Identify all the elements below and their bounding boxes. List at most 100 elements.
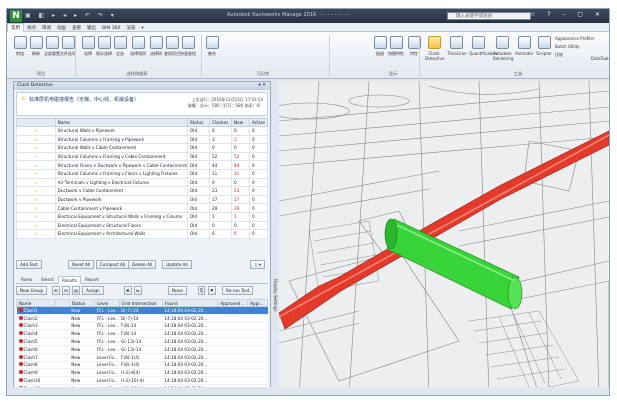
- test-row[interactable]: ⚠ Electrical Equipment v Architectural Wa…: [16, 229, 268, 239]
- 3d-viewport[interactable]: [279, 81, 609, 395]
- test-row[interactable]: ⚠ Structural Walls v Cable Containment Old…: [16, 143, 268, 153]
- export-icon[interactable]: ⇩ ▾: [250, 260, 265, 269]
- ribbon-button[interactable]: Animator: [515, 36, 533, 56]
- column-header[interactable]: Name: [54, 118, 189, 127]
- ribbon-button[interactable]: 集合: [203, 36, 221, 57]
- result-row[interactable]: Clash4 New FFL - Lev... F(8)-14 14:18:04 03-…: [16, 329, 268, 339]
- rerun-test-button[interactable]: Re-run Test: [222, 286, 254, 295]
- search-input[interactable]: 键入关键字或短语: [447, 12, 531, 20]
- test-row[interactable]: ⚠ Air Terminals v Lighting v Electrical F…: [16, 177, 268, 188]
- update-all-button[interactable]: Update All: [162, 260, 192, 269]
- clash-status-dot-icon: [18, 323, 23, 328]
- result-row[interactable]: Clash10 New Level Fo... (I-3)-10(-4) 14:18:0…: [16, 376, 268, 385]
- column-header[interactable]: Clashes: [209, 118, 232, 127]
- result-row[interactable]: Clash7 New Level Fo... F(8)-1(4) 14:18:04 03…: [16, 353, 268, 362]
- result-status-cell[interactable]: New: [69, 329, 95, 339]
- tab-results[interactable]: Results: [58, 276, 82, 284]
- assign-button[interactable]: Assign: [82, 286, 104, 295]
- test-row[interactable]: ⚠ Electrical Equipment v Structural Walls…: [16, 211, 268, 222]
- app-logo[interactable]: N: [10, 10, 22, 22]
- tab-select[interactable]: Select: [38, 276, 57, 284]
- ribbon-small-button[interactable]: Batch Utility: [555, 44, 580, 49]
- test-row[interactable]: ⚠ Structural Columns v Framing v Floors v…: [16, 168, 268, 179]
- ribbon-button[interactable]: 特性: [405, 36, 423, 57]
- new-group-button[interactable]: New Group: [16, 286, 48, 295]
- none-dropdown[interactable]: None: [168, 286, 187, 295]
- result-status-cell[interactable]: New: [69, 306, 95, 315]
- result-row[interactable]: Clash2 New FFL - Lev... D(-7)-14 14:18:04 03…: [16, 314, 268, 323]
- result-tool-icon[interactable]: ⚑: [208, 286, 216, 295]
- ribbon-small-button[interactable]: DataTools: [591, 56, 609, 61]
- test-cell: Structural Floors v Ductwork v Pipework …: [54, 160, 189, 170]
- tool-icon: [471, 36, 485, 49]
- ribbon-button[interactable]: Scripter: [535, 36, 553, 56]
- result-status-cell[interactable]: New: [69, 337, 95, 346]
- result-tool-icon[interactable]: ⊞: [52, 286, 60, 295]
- result-column-header[interactable]: Level: [94, 299, 120, 307]
- result-status-cell[interactable]: New: [69, 345, 95, 354]
- ribbon-button[interactable]: 快速查找: [179, 36, 197, 57]
- result-column-header[interactable]: Approved...: [217, 299, 249, 307]
- ribbon-small-button[interactable]: 比较: [555, 52, 563, 58]
- result-tool-icon[interactable]: ⎘: [198, 286, 206, 295]
- result-tool-icon[interactable]: ⇆: [134, 286, 142, 295]
- warning-icon: ⚠: [16, 143, 56, 153]
- display-settings-tab[interactable]: Display Settings: [273, 279, 278, 325]
- result-column-header[interactable]: Name: [15, 299, 57, 307]
- column-header[interactable]: Status: [187, 118, 210, 127]
- quick-access-toolbar[interactable]: ▣ ◧ ▸ ◂ ▸ ↶ ↷ ▾: [25, 12, 117, 19]
- result-column-header[interactable]: Status: [68, 299, 96, 307]
- result-column-header[interactable]: [55, 299, 70, 307]
- ribbon-button[interactable]: 选择相同: [129, 36, 147, 57]
- test-row[interactable]: ⚠ Ductwork v Cable Containment Old 23 23 0: [16, 186, 268, 196]
- result-status-cell[interactable]: New: [69, 361, 95, 370]
- ribbon-button[interactable]: 快捷特性: [387, 36, 405, 57]
- result-row[interactable]: Clash5 New FFL - Lev... G(-13)-14 14:18:04 0…: [16, 337, 268, 346]
- result-status-cell[interactable]: New: [69, 353, 95, 362]
- tab-rules[interactable]: Rules: [18, 276, 35, 284]
- result-row[interactable]: Clash3 New FFL - Lev... F(8)-14 14:18:04 03-…: [16, 322, 268, 331]
- test-row[interactable]: ⚠ Cable Containment v Pipework Old 29 29 0: [16, 203, 268, 213]
- result-tool-icon[interactable]: ✖: [124, 286, 132, 295]
- tab-report[interactable]: Report: [82, 276, 102, 284]
- reset-all-button[interactable]: Reset All: [68, 260, 95, 269]
- warning-icon: ⚠: [16, 126, 56, 136]
- test-row[interactable]: ⚠ Structural Walls v Pipework Old 0 0 0: [16, 126, 268, 136]
- ribbon-button[interactable]: TimeLiner: [447, 36, 467, 56]
- compact-all-button[interactable]: Compact All: [96, 260, 130, 269]
- result-column-header[interactable]: Found: [161, 299, 219, 307]
- delete-all-button[interactable]: Delete All: [128, 260, 157, 269]
- column-header[interactable]: Active: [249, 118, 268, 127]
- panel-pin-close-icon[interactable]: ▾ ✕: [259, 82, 266, 90]
- test-row[interactable]: ⚠ Structural Floors v Ductwork v Pipework…: [16, 160, 268, 170]
- ribbon-button[interactable]: Quantification: [469, 36, 497, 56]
- result-empty-cell: [55, 376, 70, 385]
- result-status-cell[interactable]: New: [69, 376, 95, 385]
- result-row[interactable]: Clash9 New Level Fo... (I-3)-8(4) 14:18:04 0…: [16, 368, 268, 378]
- result-column-header[interactable]: Appr...: [247, 299, 268, 307]
- window-controls[interactable]: ☆ ? – ▢ ✕: [530, 11, 605, 18]
- result-column-header[interactable]: Grid Intersection: [118, 299, 163, 307]
- test-row[interactable]: ⚠ Electrical Equipment v Structural Floor…: [16, 220, 268, 231]
- ribbon-button[interactable]: 全选: [111, 36, 129, 57]
- test-cell: Structural Walls v Pipework: [54, 126, 189, 136]
- result-status-cell[interactable]: New: [69, 322, 95, 331]
- result-status-cell[interactable]: New: [69, 314, 95, 323]
- add-test-button[interactable]: Add Test: [16, 260, 42, 269]
- result-status-cell[interactable]: New: [69, 368, 95, 378]
- column-header[interactable]: New: [231, 118, 250, 127]
- result-tool-icon[interactable]: ▤: [72, 286, 80, 295]
- test-header[interactable]: ⚠ 标准层机电碰撞报告（无梯、中心线、机械设备） 上次运行：2016年11月15…: [16, 92, 268, 116]
- test-row[interactable]: ⚠ Ductwork v Pipework Old 17 17 0: [16, 194, 268, 205]
- ribbon-button[interactable]: Clash Detective: [425, 36, 444, 61]
- result-row[interactable]: Clash1 New FFL - Lev... D(-7)-14 14:18:04 03…: [16, 306, 268, 315]
- result-row[interactable]: Clash8 New Level Fo... F(8)-1(4) 14:18:04 03…: [16, 361, 268, 370]
- test-row[interactable]: ⚠ Structural Columns v Framing v Cable Co…: [16, 151, 268, 162]
- result-tool-icon[interactable]: ⊟: [62, 286, 70, 295]
- ribbon-small-button[interactable]: Appearance Profiler: [555, 36, 594, 41]
- result-found-cell: 14:18:04 03-02-20...: [162, 314, 218, 323]
- clash-name: Clash2: [23, 315, 38, 321]
- test-row[interactable]: ⚠ Structural Columns v Framing v Pipework…: [16, 134, 268, 145]
- ribbon-button[interactable]: Autodesk Rendering: [493, 36, 513, 61]
- result-row[interactable]: Clash6 New FFL - Lev... G(-13)-14 14:18:04 0…: [16, 345, 268, 354]
